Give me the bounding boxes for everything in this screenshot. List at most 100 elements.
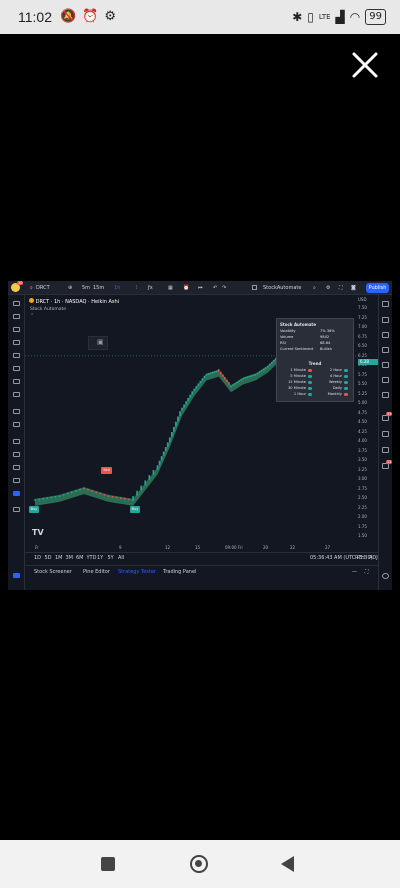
interval-15m[interactable]: 15m (93, 285, 104, 291)
candle (224, 377, 226, 380)
price-tick: 2.75 (358, 485, 367, 491)
notifications-badge: 11 (386, 460, 392, 464)
templates-icon[interactable]: ▦ (168, 285, 173, 291)
candle (103, 494, 106, 496)
candle (246, 376, 249, 379)
range-button[interactable]: 6M (76, 555, 84, 561)
lock-icon[interactable] (13, 452, 20, 457)
prediction-icon[interactable] (13, 353, 20, 358)
pattern-icon[interactable] (13, 340, 20, 345)
time-tick: 9 (119, 545, 122, 550)
ruler-icon[interactable] (13, 409, 20, 414)
candle (195, 386, 198, 389)
home-button[interactable] (190, 855, 208, 873)
calendar-icon[interactable] (382, 362, 389, 368)
brush-icon[interactable] (13, 366, 20, 371)
data-window-icon[interactable] (382, 332, 389, 338)
indicators-icon[interactable]: ƒx (148, 285, 153, 291)
candle (215, 370, 218, 373)
layers-icon[interactable] (382, 431, 389, 437)
add-symbol-icon[interactable]: ⊕ (68, 285, 72, 291)
search-icon[interactable]: ⌕ (313, 285, 316, 291)
candle (219, 371, 222, 375)
trash-icon[interactable] (13, 507, 20, 512)
fullscreen-icon[interactable]: ⛶ (339, 285, 343, 291)
range-button[interactable]: 1D (34, 555, 41, 561)
indicator-value: Bullish (320, 347, 332, 351)
candle (173, 426, 175, 432)
sell-signal: Sell (101, 467, 112, 474)
maximize-icon[interactable]: ⛶ (365, 569, 369, 575)
candle (244, 377, 247, 379)
trendline-icon[interactable] (13, 314, 20, 319)
text-icon[interactable] (13, 379, 20, 384)
symbol-search[interactable]: DRCT (36, 285, 50, 291)
gear-icon[interactable]: ⚙ (326, 285, 330, 291)
adj-toggle[interactable]: ADJ (369, 555, 378, 561)
candle (211, 372, 214, 374)
tab-strategy-tester[interactable]: Strategy Tester (118, 569, 156, 575)
fib-icon[interactable] (13, 327, 20, 332)
range-button[interactable]: All (118, 555, 124, 561)
tab-trading-panel[interactable]: Trading Panel (163, 569, 196, 575)
search-icon[interactable]: ⌕ (30, 285, 33, 291)
watchlist-icon[interactable] (382, 301, 389, 307)
crosshair-icon[interactable] (13, 301, 20, 306)
replay-icon[interactable] (382, 377, 389, 383)
candle (162, 451, 165, 456)
range-button[interactable]: 1M (55, 555, 63, 561)
status-left-icons: 🔕 ⏰ ⚙ (60, 9, 116, 24)
camera-icon[interactable]: ◙ (351, 285, 356, 291)
candle (164, 447, 167, 452)
zoom-icon[interactable] (13, 422, 20, 427)
indicator-table-title: Stock Automate (280, 322, 317, 327)
close-icon[interactable] (350, 50, 380, 80)
session-toggle[interactable]: RTH (355, 555, 365, 561)
candle (181, 407, 183, 411)
range-button[interactable]: 5Y (108, 555, 114, 561)
vibrate-icon: ▯ (307, 10, 314, 24)
interval-5m[interactable]: 5m (82, 285, 90, 291)
hotlist-icon[interactable] (382, 347, 389, 353)
tab-stock-screener[interactable]: Stock Screener (34, 569, 72, 575)
candle (238, 380, 240, 383)
publish-button[interactable]: Publish (366, 283, 389, 293)
alerts-icon[interactable] (382, 317, 389, 323)
tab-pine-editor[interactable]: Pine Editor (83, 569, 110, 575)
image-icon: ▣ (97, 338, 104, 346)
minimize-icon[interactable]: — (352, 569, 357, 575)
help-icon[interactable] (382, 573, 389, 579)
layout-icon[interactable] (252, 285, 257, 290)
undo-icon[interactable]: ↶ (213, 285, 217, 291)
bluetooth-icon: ✱ (292, 10, 303, 24)
sync-drawings-icon[interactable] (13, 491, 20, 496)
chart-type-icon[interactable]: ⫶ (136, 285, 137, 291)
object-tree-icon[interactable] (13, 573, 20, 578)
trend-row: 1 Hour Monthly (277, 392, 353, 397)
trend-row: 30 Minute Daily (277, 386, 353, 391)
candle (170, 432, 173, 437)
back-button[interactable] (280, 855, 296, 873)
range-button[interactable]: 5D (45, 555, 52, 561)
magnet-icon[interactable] (13, 439, 20, 444)
streams-icon[interactable] (382, 447, 389, 453)
redo-icon[interactable]: ↷ (222, 285, 226, 291)
lock-drawings-icon[interactable] (13, 465, 20, 470)
replay-icon[interactable]: ⏮ (198, 285, 203, 291)
status-bar: 11:02 🔕 ⏰ ⚙ ✱ ▯ LTE ▟ ◠ 99 (0, 0, 400, 34)
range-button[interactable]: YTD (87, 555, 97, 561)
interval-1h[interactable]: 1h (114, 285, 120, 291)
indicator-table: Stock Automate Volatility 7% 36% Volume 984… (276, 318, 354, 402)
visibility-icon[interactable] (13, 478, 20, 483)
range-button[interactable]: 3M (66, 555, 74, 561)
emoji-icon[interactable] (13, 392, 20, 397)
recents-button[interactable] (101, 857, 115, 871)
price-axis[interactable]: USD 7.507.257.006.756.506.256.005.755.50… (356, 295, 378, 545)
range-button[interactable]: 1Y (97, 555, 103, 561)
candle (264, 367, 267, 369)
time-axis[interactable]: Fr 9 12 15 09:00 Fri 20 22 27 (25, 544, 355, 552)
ideas-icon[interactable] (382, 392, 389, 398)
candle (50, 496, 53, 499)
indicator-name[interactable]: StockAutomate (263, 285, 301, 291)
alert-icon[interactable]: ⏰ (183, 285, 189, 291)
